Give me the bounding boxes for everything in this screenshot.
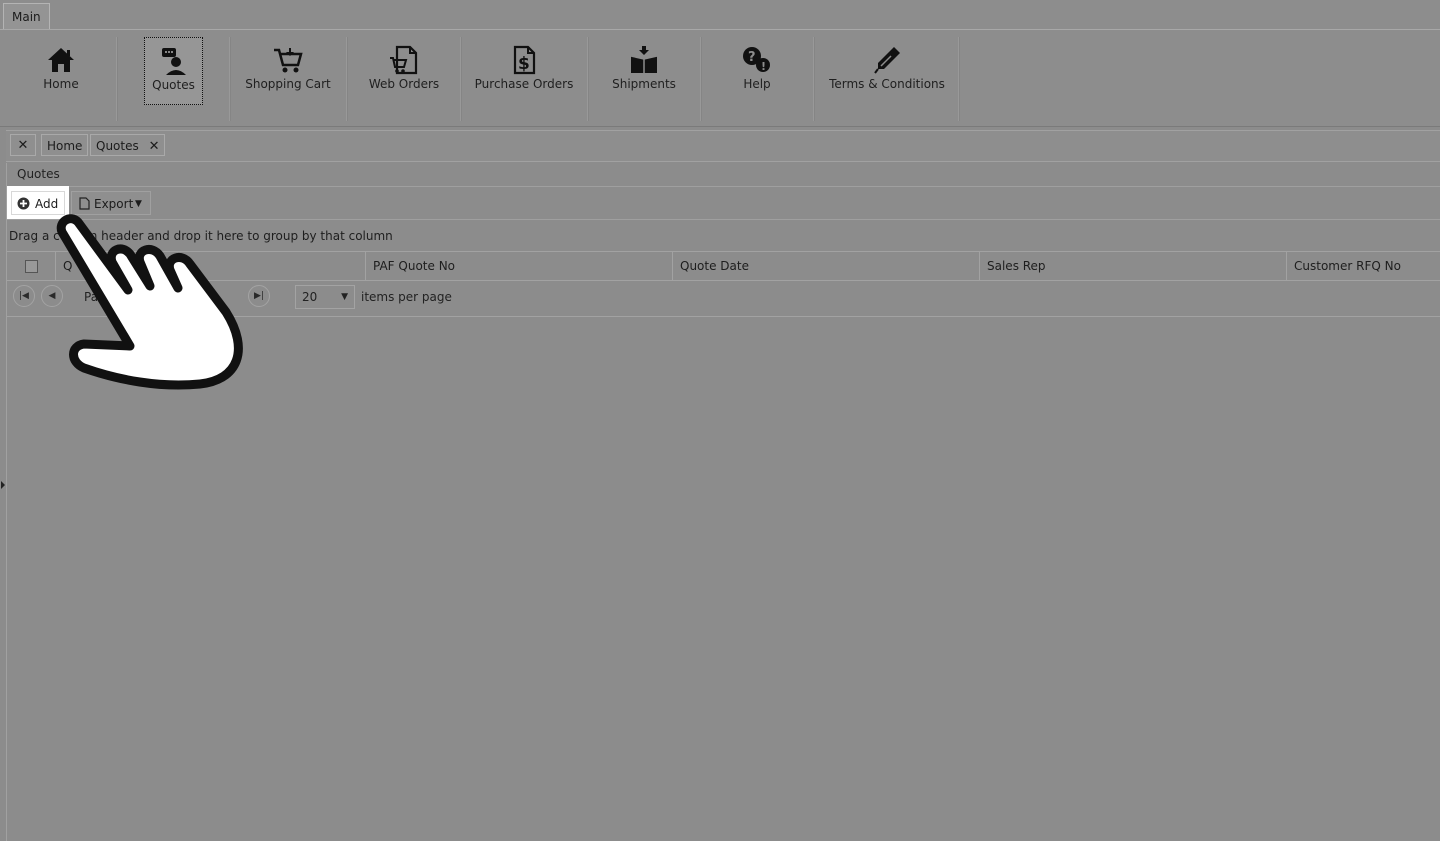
column-header-sales-rep[interactable]: Sales Rep	[979, 252, 1286, 280]
ribbon-home-button[interactable]: Home	[18, 37, 104, 103]
ribbon-home-label: Home	[43, 77, 79, 91]
caret-down-icon: ▼	[341, 292, 348, 302]
ribbon-separator	[700, 37, 702, 121]
tab-home[interactable]: Home	[41, 134, 89, 156]
column-header-customer-rfq-no[interactable]: Customer RFQ No	[1286, 252, 1440, 280]
svg-text:?: ?	[748, 50, 756, 65]
ribbon-quotes-button[interactable]: Quotes	[144, 37, 203, 105]
shipments-icon	[630, 46, 658, 73]
ribbon-separator	[229, 37, 231, 121]
column-header-label: Quote Date	[680, 259, 749, 273]
web-orders-icon	[390, 45, 418, 75]
ribbon-separator	[587, 37, 589, 121]
first-page-button[interactable]: |◀	[13, 285, 35, 307]
tab-close-icon[interactable]: ✕	[149, 139, 160, 154]
ribbon-purchase-orders-label: Purchase Orders	[474, 77, 574, 91]
splitter-arrow-icon[interactable]	[1, 481, 5, 489]
ribbon-terms-conditions-label: Terms & Conditions	[829, 77, 945, 91]
page-size-select[interactable]: 20 ▼	[295, 285, 355, 309]
select-all-checkbox[interactable]	[25, 260, 38, 273]
close-all-tabs-button[interactable]: ✕	[10, 134, 36, 156]
ribbon-separator	[813, 37, 815, 121]
terms-conditions-icon	[874, 47, 900, 74]
page-size-value: 20	[302, 290, 318, 304]
ribbon-shopping-cart-button[interactable]: Shopping Cart	[240, 37, 336, 103]
column-header-paf-quote-no[interactable]: PAF Quote No	[365, 252, 672, 280]
column-header-quote-date[interactable]: Quote Date	[672, 252, 979, 280]
close-icon: ✕	[17, 138, 29, 153]
items-per-page-label: items per page	[361, 290, 452, 304]
ribbon-shipments-button[interactable]: Shipments	[604, 37, 684, 103]
column-header-label: PAF Quote No	[373, 259, 456, 273]
ribbon-separator	[460, 37, 462, 121]
ribbon-shopping-cart-label: Shopping Cart	[245, 77, 331, 91]
ribbon-shipments-label: Shipments	[612, 77, 676, 91]
ribbon-tab-main[interactable]: Main	[3, 3, 50, 30]
tab-quotes[interactable]: Quotes ✕	[90, 134, 166, 156]
column-header-label: Sales Rep	[987, 259, 1046, 273]
ribbon-separator	[346, 37, 348, 121]
ribbon-web-orders-label: Web Orders	[368, 77, 440, 91]
tab-quotes-label: Quotes	[96, 139, 139, 153]
quotes-icon	[161, 48, 186, 75]
purchase-orders-icon: $	[513, 45, 536, 75]
panel-title: Quotes	[17, 167, 60, 181]
first-page-icon: |◀	[19, 291, 29, 301]
ribbon-quotes-label: Quotes	[152, 78, 195, 92]
document-tabs-bar: ✕ Home Quotes ✕	[6, 130, 1440, 162]
plus-circle-icon	[17, 197, 30, 210]
ribbon-help-label: Help	[743, 77, 771, 91]
ribbon-purchase-orders-button[interactable]: $ Purchase Orders	[472, 37, 576, 103]
ribbon-terms-conditions-button[interactable]: Terms & Conditions	[824, 37, 950, 103]
ribbon-help-button[interactable]: ? ! Help	[724, 37, 790, 103]
svg-text:!: !	[761, 60, 766, 73]
tab-home-label: Home	[47, 139, 83, 153]
divider	[7, 186, 1440, 187]
svg-text:$: $	[518, 54, 530, 74]
column-header-label: Customer RFQ No	[1294, 259, 1401, 273]
ribbon-separator	[116, 37, 118, 121]
ribbon-divider	[0, 29, 1440, 30]
home-icon	[48, 48, 74, 72]
help-icon: ? !	[743, 47, 770, 73]
shopping-cart-icon	[274, 48, 303, 73]
ribbon-separator	[958, 37, 960, 121]
pointing-hand-icon	[56, 214, 243, 390]
ribbon: Main Home Quotes Shopping Cart Web Order…	[0, 0, 1440, 127]
ribbon-web-orders-button[interactable]: Web Orders	[358, 37, 450, 103]
